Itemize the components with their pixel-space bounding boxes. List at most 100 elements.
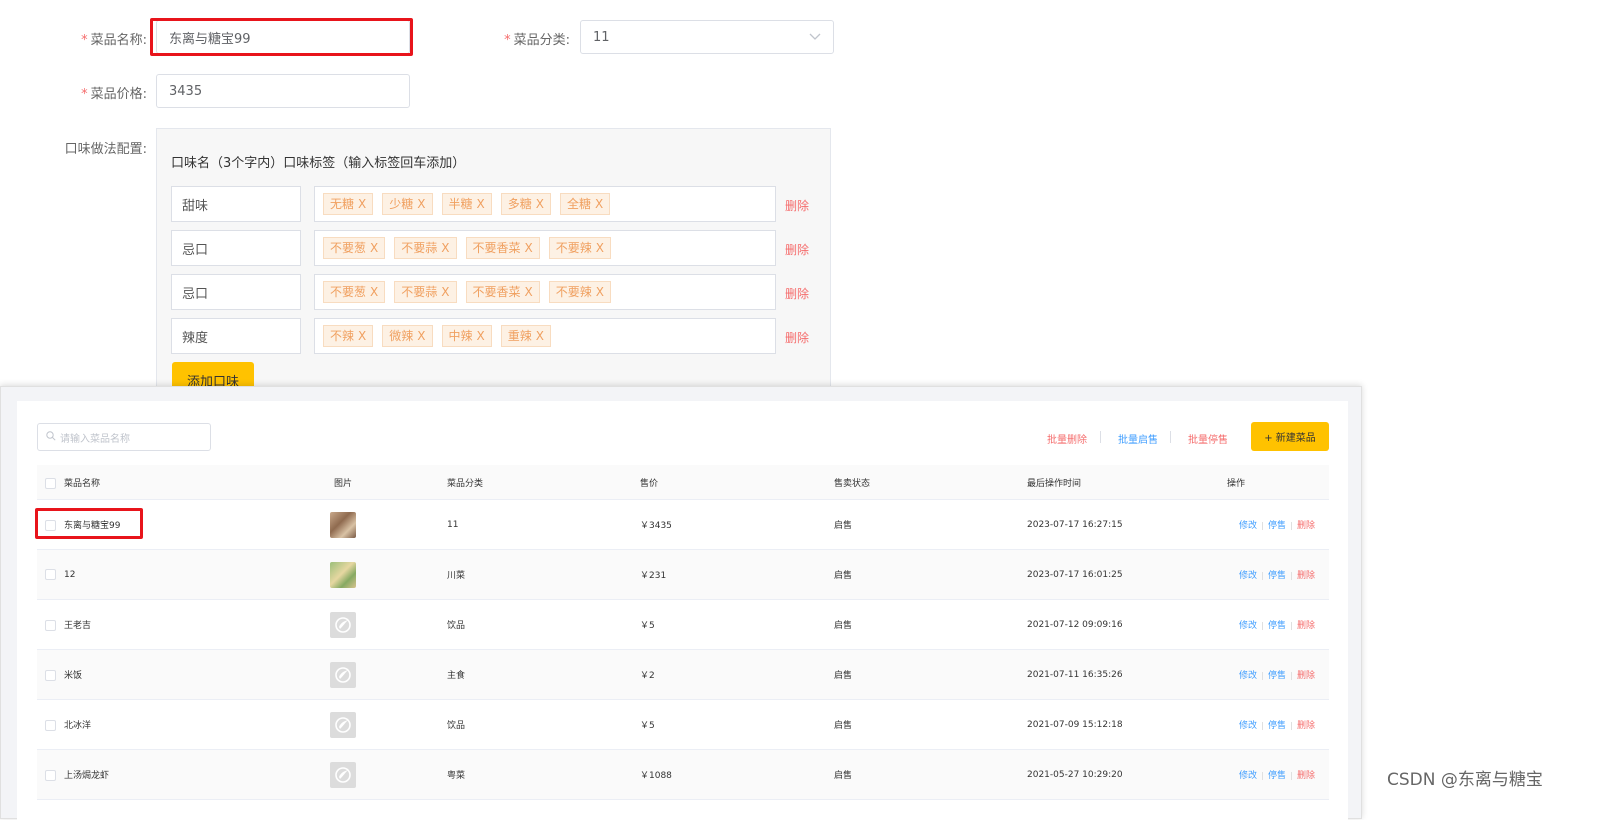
flavor-tag[interactable]: 全糖 X xyxy=(560,193,611,215)
tag-close-icon[interactable]: X xyxy=(525,241,533,255)
tag-close-icon[interactable]: X xyxy=(417,197,425,211)
flavor-name-input[interactable]: 辣度 xyxy=(171,318,301,354)
tag-close-icon[interactable]: X xyxy=(477,197,485,211)
tag-close-icon[interactable]: X xyxy=(441,285,449,299)
tag-close-icon[interactable]: X xyxy=(596,285,604,299)
row-checkbox[interactable] xyxy=(45,620,56,631)
new-dish-button[interactable]: + 新建菜品 xyxy=(1251,422,1329,451)
row-checkbox[interactable] xyxy=(45,670,56,681)
column-header-category: 菜品分类 xyxy=(447,465,640,500)
flavor-tag[interactable]: 不要葱 X xyxy=(323,237,386,259)
flavor-tag[interactable]: 多糖 X xyxy=(500,193,551,215)
image-placeholder-icon xyxy=(330,761,356,788)
select-all-checkbox[interactable] xyxy=(45,477,56,489)
stop-sale-button[interactable]: 停售 xyxy=(1268,771,1286,781)
flavor-tag[interactable]: 不要香菜 X xyxy=(465,237,540,259)
batch-disable-button[interactable]: 批量停售 xyxy=(1188,431,1228,446)
tag-close-icon[interactable]: X xyxy=(477,329,485,343)
delete-button[interactable]: 删除 xyxy=(1297,671,1315,681)
csdn-watermark: CSDN @东离与糖宝 xyxy=(1387,770,1543,790)
flavor-tag[interactable]: 不要葱 X xyxy=(323,281,386,303)
category-select[interactable]: 11 xyxy=(580,20,834,54)
cell-status: 启售 xyxy=(834,749,1027,800)
flavor-tag[interactable]: 半糖 X xyxy=(441,193,492,215)
required-mark: * xyxy=(504,33,511,48)
delete-button[interactable]: 删除 xyxy=(1297,771,1315,781)
divider xyxy=(1261,671,1263,680)
flavor-delete-button[interactable]: 删除 xyxy=(785,285,809,302)
flavor-delete-button[interactable]: 删除 xyxy=(785,329,809,346)
tag-close-icon[interactable]: X xyxy=(596,241,604,255)
flavor-tag-label: 不要蒜 xyxy=(401,241,438,255)
edit-button[interactable]: 修改 xyxy=(1239,571,1257,581)
image-placeholder-icon xyxy=(330,711,356,738)
delete-button[interactable]: 删除 xyxy=(1297,721,1315,731)
tag-close-icon[interactable]: X xyxy=(536,329,544,343)
stop-sale-button[interactable]: 停售 xyxy=(1268,571,1286,581)
flavor-name-input[interactable]: 甜味 xyxy=(171,186,301,222)
flavor-delete-button[interactable]: 删除 xyxy=(785,197,809,214)
flavor-tag[interactable]: 不要辣 X xyxy=(548,237,611,259)
cell-actions: 修改 停售 删除 xyxy=(1227,549,1329,600)
tag-close-icon[interactable]: X xyxy=(370,285,378,299)
edit-button[interactable]: 修改 xyxy=(1239,621,1257,631)
flavor-tag[interactable]: 不要蒜 X xyxy=(394,237,457,259)
batch-enable-button[interactable]: 批量启售 xyxy=(1118,431,1158,446)
flavor-tags-input[interactable]: 不辣 X 微辣 X 中辣 X 重辣 X xyxy=(314,318,776,354)
cell-price: ￥3435 xyxy=(640,499,834,550)
divider xyxy=(1290,671,1292,680)
tag-close-icon[interactable]: X xyxy=(536,197,544,211)
tag-close-icon[interactable]: X xyxy=(595,197,603,211)
tag-close-icon[interactable]: X xyxy=(370,241,378,255)
row-checkbox[interactable] xyxy=(45,770,56,781)
search-icon xyxy=(46,430,56,444)
row-checkbox[interactable] xyxy=(45,569,56,580)
price-label: * 菜品价格: xyxy=(81,87,147,102)
flavor-name-value: 忌口 xyxy=(182,286,209,302)
edit-button[interactable]: 修改 xyxy=(1239,521,1257,531)
tag-close-icon[interactable]: X xyxy=(441,241,449,255)
column-header-price: 售价 xyxy=(640,465,834,500)
search-input[interactable]: 请输入菜品名称 xyxy=(37,423,211,451)
flavor-delete-button[interactable]: 删除 xyxy=(785,241,809,258)
flavor-tag[interactable]: 不要香菜 X xyxy=(465,281,540,303)
flavor-tag-label: 不要葱 xyxy=(330,241,367,255)
flavor-tag[interactable]: 不辣 X xyxy=(323,325,374,347)
flavor-header: 口味名（3个字内）口味标签（输入标签回车添加） xyxy=(171,156,466,171)
batch-delete-button[interactable]: 批量删除 xyxy=(1047,431,1087,446)
edit-button[interactable]: 修改 xyxy=(1239,671,1257,681)
flavor-tag-label: 不要葱 xyxy=(330,285,367,299)
flavor-tags-input[interactable]: 不要葱 X 不要蒜 X 不要香菜 X 不要辣 X xyxy=(314,230,776,266)
stop-sale-button[interactable]: 停售 xyxy=(1268,721,1286,731)
divider xyxy=(1170,431,1171,443)
flavor-tag[interactable]: 无糖 X xyxy=(323,193,374,215)
stop-sale-button[interactable]: 停售 xyxy=(1268,671,1286,681)
delete-button[interactable]: 删除 xyxy=(1297,621,1315,631)
flavor-name-input[interactable]: 忌口 xyxy=(171,274,301,310)
flavor-tag[interactable]: 中辣 X xyxy=(441,325,492,347)
delete-button[interactable]: 删除 xyxy=(1297,521,1315,531)
flavor-tag[interactable]: 不要辣 X xyxy=(548,281,611,303)
price-input[interactable]: 3435 xyxy=(156,74,410,108)
stop-sale-button[interactable]: 停售 xyxy=(1268,621,1286,631)
tag-close-icon[interactable]: X xyxy=(358,197,366,211)
flavor-tag[interactable]: 微辣 X xyxy=(382,325,433,347)
divider xyxy=(1290,571,1292,580)
edit-button[interactable]: 修改 xyxy=(1239,721,1257,731)
stop-sale-button[interactable]: 停售 xyxy=(1268,521,1286,531)
tag-close-icon[interactable]: X xyxy=(417,329,425,343)
flavor-name-input[interactable]: 忌口 xyxy=(171,230,301,266)
tag-close-icon[interactable]: X xyxy=(525,285,533,299)
edit-button[interactable]: 修改 xyxy=(1239,771,1257,781)
flavor-tags-input[interactable]: 不要葱 X 不要蒜 X 不要香菜 X 不要辣 X xyxy=(314,274,776,310)
flavor-tag[interactable]: 不要蒜 X xyxy=(394,281,457,303)
flavor-tags-input[interactable]: 无糖 X 少糖 X 半糖 X 多糖 X 全糖 X xyxy=(314,186,776,222)
flavor-tag-label: 全糖 xyxy=(567,197,592,211)
row-checkbox[interactable] xyxy=(45,720,56,731)
flavor-tag[interactable]: 重辣 X xyxy=(500,325,551,347)
flavor-tag[interactable]: 少糖 X xyxy=(382,193,433,215)
flavor-tag-label: 少糖 xyxy=(389,197,414,211)
flavor-tag-label: 不辣 xyxy=(330,329,355,343)
tag-close-icon[interactable]: X xyxy=(358,329,366,343)
delete-button[interactable]: 删除 xyxy=(1297,571,1315,581)
